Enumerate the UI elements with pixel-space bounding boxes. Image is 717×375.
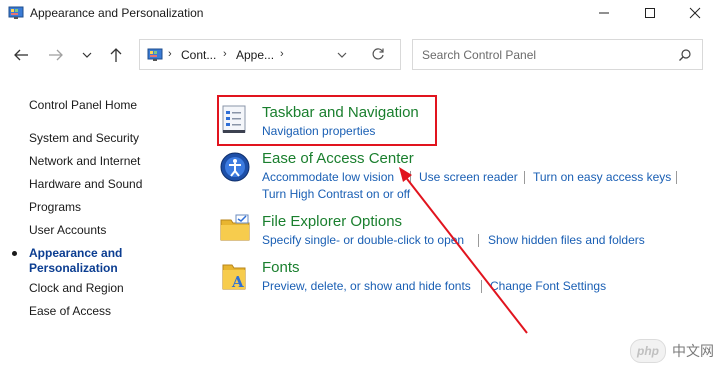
recent-locations-button[interactable] xyxy=(76,44,98,66)
link-separator xyxy=(410,171,411,184)
back-arrow-icon xyxy=(14,49,28,61)
maximize-icon xyxy=(645,8,655,18)
search-box[interactable]: Search Control Panel xyxy=(412,39,703,70)
chevron-right-icon: › xyxy=(168,48,172,60)
link-separator xyxy=(524,171,525,184)
highlight-box xyxy=(217,95,437,146)
watermark: php 中文网 xyxy=(630,335,714,367)
ease-of-access-center-link[interactable]: Ease of Access Center xyxy=(262,150,414,167)
chevron-down-icon xyxy=(82,52,92,58)
maximize-button[interactable] xyxy=(627,0,673,26)
turn-high-contrast-link[interactable]: Turn High Contrast on or off xyxy=(262,187,410,201)
close-icon xyxy=(689,7,701,19)
control-panel-window: Appearance and Personalization › Cont...… xyxy=(0,0,717,375)
change-font-settings-link[interactable]: Change Font Settings xyxy=(490,279,606,293)
use-screen-reader-link[interactable]: Use screen reader xyxy=(419,170,518,184)
sidebar-item-programs[interactable]: Programs xyxy=(29,200,81,214)
breadcrumb-control-panel[interactable]: Cont... xyxy=(181,48,216,62)
ease-of-access-icon[interactable] xyxy=(219,151,251,183)
control-panel-icon xyxy=(8,5,24,21)
sidebar-item-hardware-and-sound[interactable]: Hardware and Sound xyxy=(29,177,142,191)
breadcrumb-appearance[interactable]: Appe... xyxy=(236,48,274,62)
fonts-icon[interactable]: A xyxy=(219,259,251,291)
current-page-bullet xyxy=(12,251,17,256)
control-panel-icon xyxy=(147,47,163,63)
address-bar[interactable]: › Cont... › Appe... › xyxy=(139,39,401,70)
sidebar-item-network-and-internet[interactable]: Network and Internet xyxy=(29,154,140,168)
refresh-button[interactable] xyxy=(370,46,386,62)
turn-on-easy-access-keys-link[interactable]: Turn on easy access keys xyxy=(533,170,671,184)
search-icon[interactable] xyxy=(678,48,692,62)
sidebar-item-user-accounts[interactable]: User Accounts xyxy=(29,223,106,237)
chevron-right-icon[interactable]: › xyxy=(280,48,284,60)
forward-button[interactable] xyxy=(45,44,67,66)
up-button[interactable] xyxy=(105,44,127,66)
watermark-badge: php xyxy=(630,339,666,363)
link-separator xyxy=(481,280,482,293)
svg-text:A: A xyxy=(231,273,244,291)
link-separator xyxy=(478,234,479,247)
close-button[interactable] xyxy=(672,0,717,26)
folder-options-icon[interactable] xyxy=(219,212,251,244)
forward-arrow-icon xyxy=(49,49,63,61)
file-explorer-options-link[interactable]: File Explorer Options xyxy=(262,213,402,230)
link-separator xyxy=(676,171,677,184)
address-history-dropdown[interactable] xyxy=(336,48,348,60)
sidebar-item-appearance-line1: Appearance and xyxy=(29,246,123,260)
preview-delete-fonts-link[interactable]: Preview, delete, or show and hide fonts xyxy=(262,279,471,293)
show-hidden-files-link[interactable]: Show hidden files and folders xyxy=(488,233,645,247)
minimize-icon xyxy=(599,12,609,14)
title-bar: Appearance and Personalization xyxy=(0,0,717,28)
sidebar-item-control-panel-home[interactable]: Control Panel Home xyxy=(29,98,137,112)
sidebar-item-system-and-security[interactable]: System and Security xyxy=(29,131,139,145)
search-input[interactable]: Search Control Panel xyxy=(422,48,536,62)
sidebar-item-clock-and-region[interactable]: Clock and Region xyxy=(29,281,124,295)
minimize-button[interactable] xyxy=(581,0,627,26)
specify-single-or-double-click-link[interactable]: Specify single- or double-click to open xyxy=(262,233,464,247)
refresh-icon xyxy=(372,48,384,60)
up-arrow-icon xyxy=(110,48,122,62)
sidebar-item-ease-of-access[interactable]: Ease of Access xyxy=(29,304,111,318)
chevron-right-icon: › xyxy=(223,48,227,60)
back-button[interactable] xyxy=(10,44,32,66)
window-title: Appearance and Personalization xyxy=(30,6,204,20)
watermark-text: 中文网 xyxy=(672,343,714,359)
fonts-link[interactable]: Fonts xyxy=(262,259,300,276)
sidebar-item-appearance-line2: Personalization xyxy=(29,261,118,275)
accommodate-low-vision-link[interactable]: Accommodate low vision xyxy=(262,170,394,184)
chevron-down-icon xyxy=(337,52,347,58)
